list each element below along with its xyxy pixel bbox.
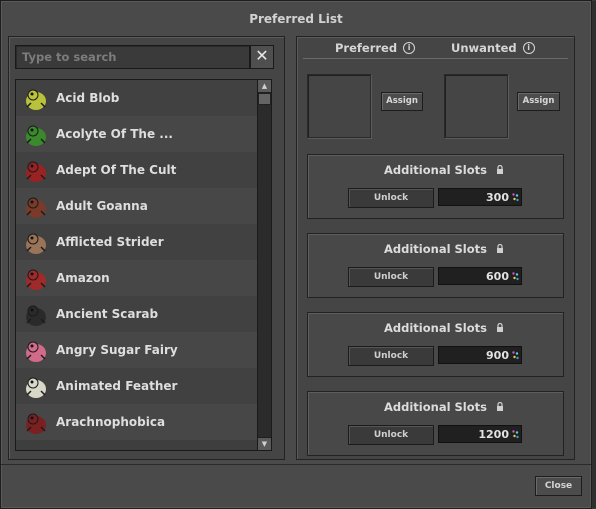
additional-slots-card: Additional Slots Unlock 300: [307, 154, 564, 219]
lock-icon: [497, 244, 503, 253]
list-item[interactable]: Angry Sugar Fairy: [16, 332, 257, 368]
list-item[interactable]: Adult Goanna: [16, 188, 257, 224]
preferred-info-icon[interactable]: i: [403, 42, 416, 54]
unlock-button[interactable]: Unlock: [348, 425, 434, 445]
additional-slots-card: Additional Slots Unlock 1200: [307, 391, 564, 456]
scroll-thumb[interactable]: [258, 93, 271, 105]
additional-slots-title: Additional Slots: [383, 163, 487, 177]
assign-unwanted-button[interactable]: Assign: [517, 92, 560, 111]
preferred-slot[interactable]: [307, 74, 371, 138]
preferred-header: Preferred i: [335, 41, 416, 55]
list-item[interactable]: Acolyte Of The ...: [16, 116, 257, 152]
price-value: 600: [486, 270, 509, 283]
additional-slots-title: Additional Slots: [383, 242, 487, 256]
scarab-icon: [20, 298, 52, 330]
price-display: 900: [438, 346, 522, 364]
search-input[interactable]: [16, 47, 249, 67]
price-display: 1200: [438, 425, 522, 443]
coin-icon: [512, 193, 519, 202]
unwanted-header: Unwanted i: [451, 41, 535, 55]
preferred-label: Preferred: [335, 41, 398, 55]
window-title: Preferred List: [249, 12, 343, 26]
header-divider: [303, 58, 568, 59]
clear-search-button[interactable]: ✕: [250, 45, 274, 69]
price-display: 300: [438, 188, 522, 206]
unwanted-slot[interactable]: [444, 74, 508, 138]
list-item-label: Angry Sugar Fairy: [56, 343, 178, 357]
strider-icon: [20, 226, 52, 258]
list-item-label: Adept Of The Cult: [56, 163, 177, 177]
list-item[interactable]: Acid Blob: [16, 80, 257, 116]
list-item[interactable]: Adept Of The Cult: [16, 152, 257, 188]
list-item-label: Animated Feather: [56, 379, 178, 393]
arachno-icon: [20, 406, 52, 438]
list-item[interactable]: Arachnophobica: [16, 404, 257, 440]
creature-list: Acid Blob Acolyte Of The ... Adept Of The …: [15, 79, 258, 451]
amazon-icon: [20, 262, 52, 294]
list-item[interactable]: Ancient Scarab: [16, 296, 257, 332]
additional-slots-title: Additional Slots: [383, 321, 487, 335]
list-item-label: Afflicted Strider: [56, 235, 164, 249]
preference-panel: Preferred i Unwanted i Assign Assign Add…: [296, 36, 575, 460]
list-item-label: Ancient Scarab: [56, 307, 159, 321]
additional-slots-card: Additional Slots Unlock 600: [307, 233, 564, 298]
adept-icon: [20, 154, 52, 186]
list-item-label: Acolyte Of The ...: [56, 127, 173, 141]
lock-icon: [497, 165, 503, 174]
scroll-up-button[interactable]: ▲: [258, 80, 271, 93]
coin-icon: [512, 351, 519, 360]
coin-icon: [512, 272, 519, 281]
list-item-label: Adult Goanna: [56, 199, 148, 213]
acid-blob-icon: [20, 82, 52, 114]
unwanted-info-icon[interactable]: i: [522, 42, 535, 54]
price-value: 1200: [478, 428, 509, 441]
creature-list-panel: ✕ Acid Blob Acolyte Of The ... Adept Of Th…: [8, 36, 285, 460]
unlock-button[interactable]: Unlock: [348, 188, 434, 208]
lock-icon: [497, 402, 503, 411]
unlock-button[interactable]: Unlock: [348, 267, 434, 287]
price-value: 300: [486, 191, 509, 204]
goanna-icon: [20, 190, 52, 222]
assign-preferred-button[interactable]: Assign: [381, 92, 423, 111]
search-box: [15, 45, 250, 69]
scrollbar[interactable]: ▲ ▼: [257, 79, 272, 451]
list-item-label: Acid Blob: [56, 91, 120, 105]
price-display: 600: [438, 267, 522, 285]
list-item[interactable]: Afflicted Strider: [16, 224, 257, 260]
unlock-button[interactable]: Unlock: [348, 346, 434, 366]
scroll-down-button[interactable]: ▼: [258, 437, 271, 450]
unwanted-label: Unwanted: [451, 41, 517, 55]
footer-divider: [1, 464, 591, 465]
feather-icon: [20, 370, 52, 402]
additional-slots-card: Additional Slots Unlock 900: [307, 312, 564, 377]
list-item[interactable]: Amazon: [16, 260, 257, 296]
list-item-label: Arachnophobica: [56, 415, 166, 429]
additional-slots-title: Additional Slots: [383, 400, 487, 414]
lock-icon: [497, 323, 503, 332]
fairy-icon: [20, 334, 52, 366]
list-item[interactable]: Animated Feather: [16, 368, 257, 404]
price-value: 900: [486, 349, 509, 362]
list-item-label: Amazon: [56, 271, 110, 285]
preferred-list-window: Preferred List ✕ Acid Blob Acolyte Of The…: [0, 0, 596, 509]
close-button[interactable]: Close: [535, 476, 582, 496]
acolyte-icon: [20, 118, 52, 150]
coin-icon: [512, 430, 519, 439]
